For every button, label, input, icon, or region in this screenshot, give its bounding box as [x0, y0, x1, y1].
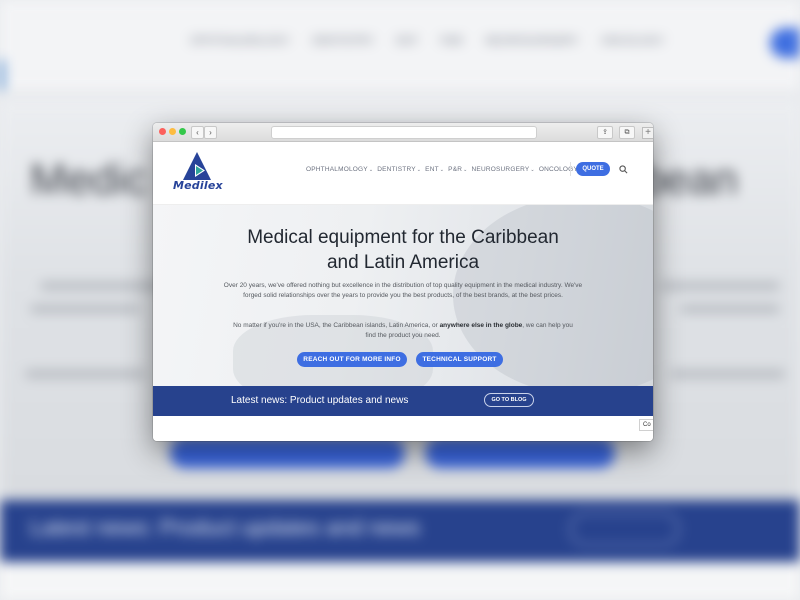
news-text: Latest news: Product updates and news	[231, 395, 409, 406]
menu-item-label: ENT	[425, 166, 439, 173]
menu-item-ent[interactable]: ENT⌄	[425, 166, 444, 173]
hero-section: Medical equipment for the Caribbean and …	[153, 205, 653, 386]
quote-button[interactable]: QUOTE	[576, 162, 610, 176]
site-header: Medilex OPHTHALMOLOGY⌄ DENTISTRY⌄ ENT⌄ P…	[153, 142, 653, 205]
browser-toolbar: ‹ › ⇪ ⧉ +	[153, 123, 653, 142]
bg-text-line	[660, 282, 780, 290]
share-icon[interactable]: ⇪	[597, 126, 613, 139]
menu-item-p-and-r[interactable]: P&R⌄	[448, 166, 467, 173]
hero-title-line1: Medical equipment for the Caribbean	[247, 227, 559, 248]
menu-item-label: P&R	[448, 166, 463, 173]
close-window-button[interactable]	[159, 128, 166, 135]
hero-paragraph-bold: anywhere else in the globe	[439, 322, 523, 329]
forward-button[interactable]: ›	[204, 126, 217, 139]
chevron-down-icon: ⌄	[368, 167, 374, 173]
menu-item-ophthalmology[interactable]: OPHTHALMOLOGY⌄	[306, 166, 373, 173]
hero-paragraph-text: No matter if you're in the USA, the Cari…	[233, 322, 440, 329]
bg-button	[170, 438, 405, 468]
menu-divider	[570, 162, 571, 176]
bg-band-button	[570, 512, 679, 546]
bg-text-line	[25, 370, 145, 378]
bg-nav-item: ENT	[396, 35, 419, 47]
hero-title: Medical equipment for the Caribbean and …	[153, 225, 653, 275]
browser-window: ‹ › ⇪ ⧉ + Medilex OPHTHALMOLOGY⌄ DENTIST…	[153, 123, 653, 441]
maximize-window-button[interactable]	[179, 128, 186, 135]
menu-item-label: NEUROSURGERY	[471, 166, 530, 173]
bg-band-text: Latest news: Product updates and news	[30, 515, 421, 540]
hero-paragraph-global: No matter if you're in the USA, the Cari…	[228, 321, 578, 341]
news-band: Latest news: Product updates and news GO…	[153, 386, 653, 416]
bg-logo-fragment	[0, 60, 4, 90]
menu-item-oncology[interactable]: ONCOLOGY	[539, 166, 578, 173]
menu-item-label: OPHTHALMOLOGY	[306, 166, 368, 173]
bg-nav-item: DENTISTRY	[312, 35, 375, 47]
bg-text-line	[670, 370, 785, 378]
chevron-down-icon: ⌄	[416, 167, 422, 173]
minimize-window-button[interactable]	[169, 128, 176, 135]
hero-paragraph-intro: Over 20 years, we've offered nothing but…	[223, 282, 583, 299]
search-icon[interactable]	[619, 165, 628, 174]
bg-text-line	[680, 305, 780, 313]
bg-bottom	[0, 562, 800, 600]
content-below	[153, 416, 653, 441]
chevron-down-icon: ⌄	[463, 167, 468, 173]
logo-wordmark[interactable]: Medilex	[173, 179, 223, 192]
bg-nav-item: OPHTHALMOLOGY	[190, 35, 291, 47]
bg-nav: OPHTHALMOLOGY DENTISTRY ENT P&R NEUROSUR…	[190, 35, 665, 47]
bg-nav-item: NEUROSURGERY	[485, 35, 579, 47]
reach-out-button[interactable]: REACH OUT FOR MORE INFO	[297, 352, 407, 367]
bg-text-line	[30, 305, 140, 313]
new-tab-button[interactable]: +	[642, 127, 653, 139]
menu-item-neurosurgery[interactable]: NEUROSURGERY⌄	[472, 166, 535, 173]
chevron-down-icon: ⌄	[439, 167, 445, 173]
menu-item-dentistry[interactable]: DENTISTRY⌄	[377, 166, 421, 173]
cookie-tab[interactable]: Co	[639, 419, 653, 431]
bg-quote-button	[770, 28, 800, 58]
bg-nav-item: ONCOLOGY	[600, 35, 665, 47]
main-menu: OPHTHALMOLOGY⌄ DENTISTRY⌄ ENT⌄ P&R⌄ NEUR…	[306, 166, 582, 173]
bg-text-line	[40, 282, 160, 290]
chevron-down-icon: ⌄	[530, 167, 535, 173]
bg-nav-item: P&R	[440, 35, 464, 47]
bg-title-left: Medic	[30, 155, 148, 204]
hero-title-line2: and Latin America	[326, 252, 480, 273]
technical-support-button[interactable]: TECHNICAL SUPPORT	[416, 352, 503, 367]
address-bar[interactable]	[271, 126, 537, 139]
bg-title-right: bean	[640, 155, 738, 204]
bg-button	[425, 438, 615, 468]
back-button[interactable]: ‹	[191, 126, 204, 139]
tabs-icon[interactable]: ⧉	[619, 126, 635, 139]
menu-item-label: ONCOLOGY	[538, 166, 578, 173]
go-to-blog-button[interactable]: GO TO BLOG	[484, 393, 534, 407]
menu-item-label: DENTISTRY	[377, 166, 416, 173]
